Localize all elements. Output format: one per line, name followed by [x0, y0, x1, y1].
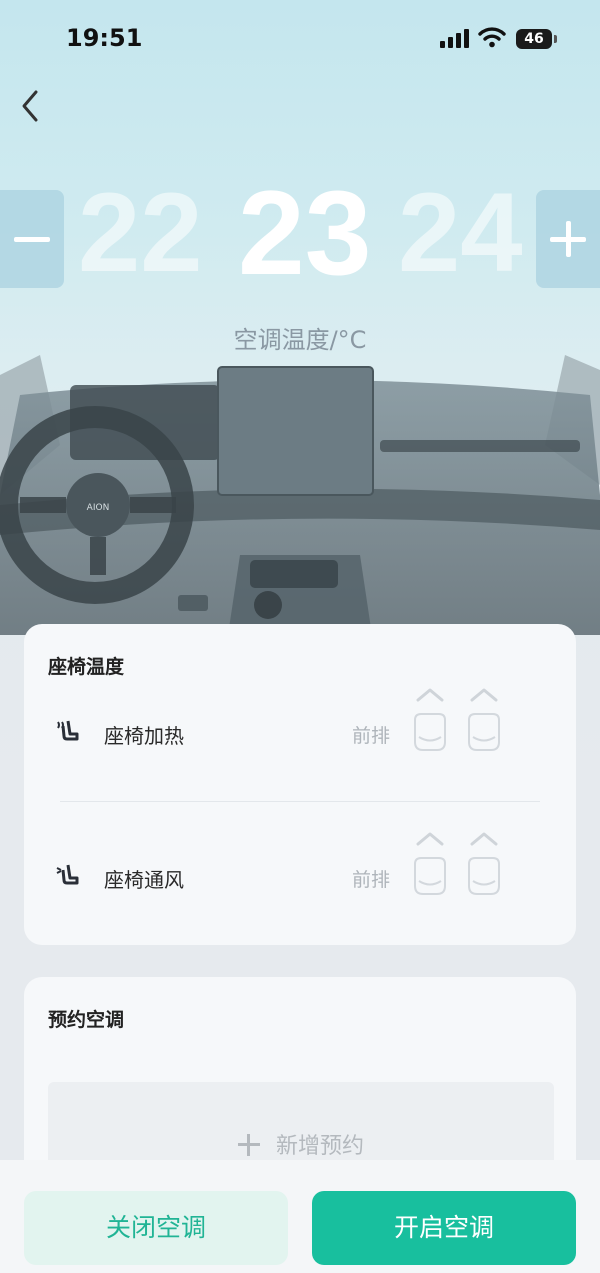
schedule-card-title: 预约空调 — [48, 1009, 125, 1031]
seat-vent-icon — [56, 864, 79, 885]
back-arrow-icon[interactable] — [16, 88, 48, 124]
turn-on-ac-button[interactable]: 开启空调 — [312, 1191, 576, 1265]
temperature-prev-value[interactable]: 22 — [78, 168, 203, 297]
seat-heating-label: 座椅加热 — [104, 724, 184, 748]
seat-heat-icon — [57, 720, 79, 741]
cellular-signal-icon — [440, 29, 469, 48]
seat-ventilation-row: 座椅通风 前排 — [24, 826, 576, 936]
seat-ventilation-position: 前排 — [352, 869, 391, 891]
divider — [60, 801, 540, 802]
temperature-next-value[interactable]: 24 — [398, 168, 523, 297]
status-time: 19:51 — [66, 24, 143, 52]
temperature-current-value: 23 — [238, 166, 372, 300]
car-dashboard-image: AION — [0, 355, 600, 655]
temperature-increase-button[interactable] — [536, 190, 600, 288]
battery-indicator: 46 — [516, 29, 557, 49]
turn-off-ac-button[interactable]: 关闭空调 — [24, 1191, 288, 1265]
status-bar: 19:51 46 — [0, 0, 600, 80]
seat-temperature-card: 座椅温度 座椅加热 前排 座椅通风 前排 — [24, 624, 576, 945]
seat-heating-left-control[interactable] — [410, 682, 450, 762]
svg-text:AION: AION — [87, 503, 110, 513]
temperature-unit-label: 空调温度/°C — [233, 326, 367, 354]
seat-card-title: 座椅温度 — [48, 656, 125, 678]
seat-ventilation-left-control[interactable] — [410, 826, 450, 906]
temperature-decrease-button[interactable] — [0, 190, 64, 288]
seat-ventilation-right-control[interactable] — [464, 826, 504, 906]
seat-heating-row: 座椅加热 前排 — [24, 682, 576, 792]
seat-ventilation-label: 座椅通风 — [104, 868, 184, 892]
seat-heating-right-control[interactable] — [464, 682, 504, 762]
plus-icon — [237, 1134, 260, 1156]
seat-heating-position: 前排 — [352, 725, 391, 747]
wifi-icon — [478, 27, 506, 48]
add-schedule-button[interactable]: 新增预约 — [48, 1128, 554, 1160]
add-schedule-label: 新增预约 — [275, 1134, 364, 1159]
